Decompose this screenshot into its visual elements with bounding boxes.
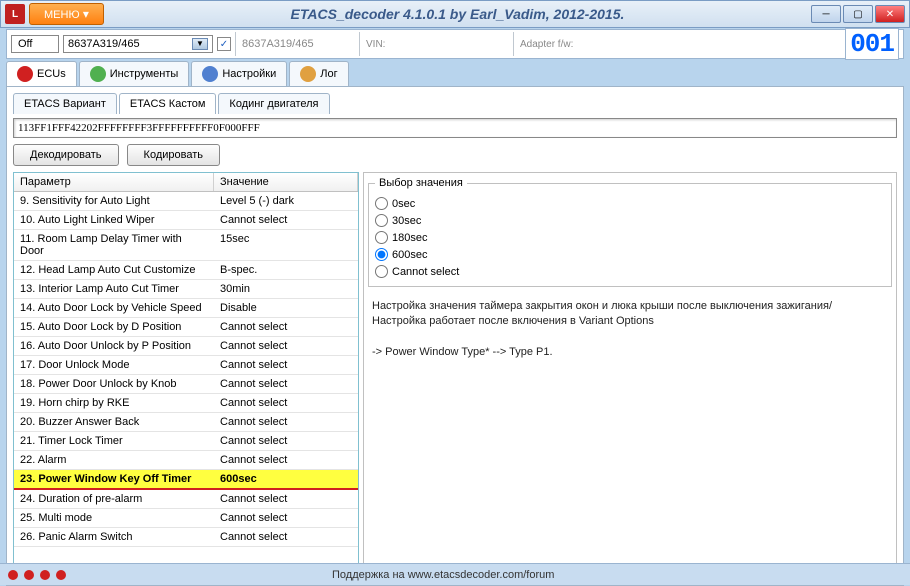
table-row[interactable]: 25. Multi modeCannot select <box>14 509 358 528</box>
table-row[interactable]: 13. Interior Lamp Auto Cut Timer30min <box>14 280 358 299</box>
encode-button[interactable]: Кодировать <box>127 144 220 166</box>
table-row[interactable]: 10. Auto Light Linked WiperCannot select <box>14 211 358 230</box>
status-dot <box>56 570 66 580</box>
status-dot <box>24 570 34 580</box>
table-row[interactable]: 23. Power Window Key Off Timer600sec <box>14 470 358 490</box>
table-row[interactable]: 24. Duration of pre-alarmCannot select <box>14 490 358 509</box>
adapter-label: Adapter f/w: <box>520 39 573 50</box>
maximize-button[interactable]: ▢ <box>843 5 873 23</box>
ecu-id: 8637A319/465 <box>242 38 314 50</box>
col-parameter[interactable]: Параметр <box>14 173 214 191</box>
tab-log[interactable]: Лог <box>289 61 348 86</box>
sub-tabs: ETACS Вариант ETACS Кастом Кодинг двигат… <box>13 93 897 114</box>
infobar: Off 8637A319/465 ▼ ✓ 8637A319/465 VIN: A… <box>6 29 904 59</box>
table-row[interactable]: 15. Auto Door Lock by D PositionCannot s… <box>14 318 358 337</box>
statusbar: Поддержка на www.etacsdecoder.com/forum <box>0 563 910 585</box>
tab-tools[interactable]: Инструменты <box>79 61 190 86</box>
ecu-icon <box>17 66 33 82</box>
checkbox[interactable]: ✓ <box>217 37 231 51</box>
value-fieldset: Выбор значения 0sec 30sec 180sec 600sec … <box>368 177 892 287</box>
minimize-button[interactable]: ─ <box>811 5 841 23</box>
main-tabs: ECUs Инструменты Настройки Лог <box>6 61 904 86</box>
counter-display: 001 <box>845 28 899 60</box>
col-value[interactable]: Значение <box>214 173 358 191</box>
hex-input[interactable]: 113FF1FFF42202FFFFFFFF3FFFFFFFFFF0F000FF… <box>13 118 897 138</box>
status-dot <box>40 570 50 580</box>
table-row[interactable]: 20. Buzzer Answer BackCannot select <box>14 413 358 432</box>
ecu-combo[interactable]: 8637A319/465 ▼ <box>63 35 213 53</box>
tab-ecus[interactable]: ECUs <box>6 61 77 86</box>
app-icon: L <box>5 4 25 24</box>
subtab-etacs-variant[interactable]: ETACS Вариант <box>13 93 117 114</box>
window-title: ETACS_decoder 4.1.0.1 by Earl_Vadim, 201… <box>104 6 811 22</box>
table-body[interactable]: 9. Sensitivity for Auto LightLevel 5 (-)… <box>14 192 358 571</box>
table-row[interactable]: 12. Head Lamp Auto Cut CustomizeB-spec. <box>14 261 358 280</box>
parameter-table: Параметр Значение 9. Sensitivity for Aut… <box>13 172 359 572</box>
chevron-down-icon[interactable]: ▼ <box>192 38 208 50</box>
status-dot <box>8 570 18 580</box>
log-icon <box>300 66 316 82</box>
table-row[interactable]: 9. Sensitivity for Auto LightLevel 5 (-)… <box>14 192 358 211</box>
menu-button[interactable]: МЕНЮ ▾ <box>29 3 104 25</box>
gear-icon <box>202 66 218 82</box>
table-row[interactable]: 11. Room Lamp Delay Timer with Door15sec <box>14 230 358 261</box>
radio-option[interactable]: 30sec <box>375 212 885 229</box>
table-row[interactable]: 21. Timer Lock TimerCannot select <box>14 432 358 451</box>
status-off: Off <box>11 35 59 53</box>
fieldset-legend: Выбор значения <box>375 177 467 189</box>
decode-button[interactable]: Декодировать <box>13 144 119 166</box>
radio-option[interactable]: Cannot select <box>375 263 885 280</box>
radio-option[interactable]: 180sec <box>375 229 885 246</box>
table-row[interactable]: 17. Door Unlock ModeCannot select <box>14 356 358 375</box>
table-row[interactable]: 19. Horn chirp by RKECannot select <box>14 394 358 413</box>
table-row[interactable]: 18. Power Door Unlock by KnobCannot sele… <box>14 375 358 394</box>
table-row[interactable]: 22. AlarmCannot select <box>14 451 358 470</box>
table-row[interactable]: 16. Auto Door Unlock by P PositionCannot… <box>14 337 358 356</box>
description: Настройка значения таймера закрытия окон… <box>364 291 896 571</box>
titlebar: L МЕНЮ ▾ ETACS_decoder 4.1.0.1 by Earl_V… <box>0 0 910 28</box>
tools-icon <box>90 66 106 82</box>
table-row[interactable]: 26. Panic Alarm SwitchCannot select <box>14 528 358 547</box>
value-panel: Выбор значения 0sec 30sec 180sec 600sec … <box>363 172 897 572</box>
tab-settings[interactable]: Настройки <box>191 61 287 86</box>
close-button[interactable]: ✕ <box>875 5 905 23</box>
subtab-engine-coding[interactable]: Кодинг двигателя <box>218 93 329 114</box>
subtab-etacs-custom[interactable]: ETACS Кастом <box>119 93 217 114</box>
vin-label: VIN: <box>366 39 385 50</box>
table-row[interactable]: 14. Auto Door Lock by Vehicle SpeedDisab… <box>14 299 358 318</box>
radio-option[interactable]: 600sec <box>375 246 885 263</box>
combo-value: 8637A319/465 <box>68 38 140 50</box>
radio-option[interactable]: 0sec <box>375 195 885 212</box>
content-area: ETACS Вариант ETACS Кастом Кодинг двигат… <box>6 86 904 586</box>
support-link[interactable]: Поддержка на www.etacsdecoder.com/forum <box>332 569 554 581</box>
